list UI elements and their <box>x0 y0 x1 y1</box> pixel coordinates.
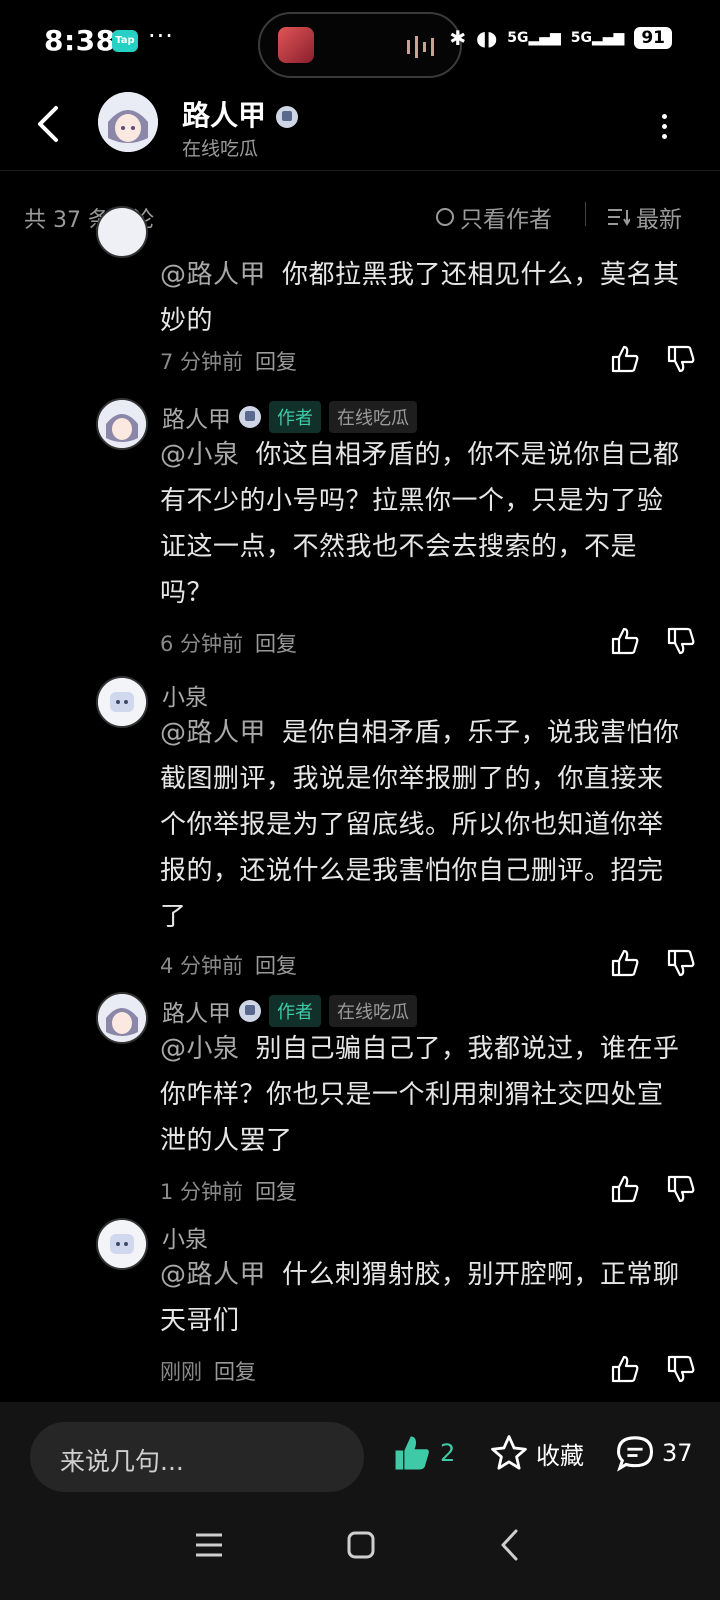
more-notifications-icon: ··· <box>148 22 174 50</box>
more-options-icon[interactable] <box>662 114 668 144</box>
status-time: 8:38 <box>44 24 116 57</box>
author-badge: 作者 <box>269 995 321 1027</box>
comment-meta: 4 分钟前 回复 <box>160 954 298 978</box>
music-cover-icon <box>278 27 314 63</box>
star-icon <box>491 1435 527 1470</box>
favorite-label: 收藏 <box>536 1441 584 1470</box>
audio-wave-icon <box>407 36 434 58</box>
commenter-name[interactable]: 小泉 <box>162 678 208 712</box>
signal-5g-icon: 5G▂▄▆ <box>507 30 561 46</box>
author-badge: 作者 <box>269 401 321 433</box>
comment-item[interactable]: @路人甲 你都拉黑我了还相见什么，莫名其妙的 7 分钟前 回复 <box>96 206 696 390</box>
signal-5g-icon-2: 5G▂▄▆ <box>570 30 625 46</box>
comment-item[interactable]: 小泉 @路人甲 什么刺猬射胶，别开腔啊，正常聊天哥们 刚刚 回复 <box>96 1218 696 1398</box>
thumbs-down-icon[interactable] <box>666 344 696 374</box>
commenter-avatar[interactable] <box>96 676 148 728</box>
battery-icon: 91 <box>634 27 672 49</box>
thumbs-up-icon[interactable] <box>610 948 640 978</box>
commenter-avatar[interactable] <box>96 398 148 450</box>
back-nav-icon[interactable] <box>498 1528 522 1562</box>
verified-icon <box>239 1000 261 1022</box>
comment-item[interactable]: 小泉 @路人甲 是你自相矛盾，乐子，说我害怕你截图删评，我说是你举报删了的，你直接… <box>96 676 696 986</box>
system-icons: ✱ ◖◗ 5G▂▄▆ 5G▂▄▆ 91 <box>449 26 672 50</box>
comment-actions <box>610 344 696 374</box>
comment-text: @小泉 别自己骗自己了，我都说过，谁在乎你咋样？你也只是一个利用刺猬社交四处宣泄的… <box>160 1034 680 1156</box>
commenter-avatar[interactable] <box>96 206 148 258</box>
comment-text: @路人甲 什么刺猬射胶，别开腔啊，正常聊天哥们 <box>160 1260 680 1336</box>
verified-icon <box>275 106 298 128</box>
reply-button[interactable]: 回复 <box>255 954 297 978</box>
comment-count-label: 37 <box>662 1439 693 1467</box>
comment-actions <box>610 1174 696 1204</box>
commenter-name[interactable]: 小泉 <box>162 1220 208 1254</box>
favorite-button[interactable]: 收藏 <box>490 1434 584 1472</box>
like-button[interactable]: 2 <box>392 1434 455 1472</box>
comment-actions <box>610 626 696 656</box>
radio-icon <box>436 208 454 226</box>
thumbs-down-icon[interactable] <box>666 1174 696 1204</box>
comment-input[interactable]: 来说几句... <box>30 1422 364 1492</box>
author-only-toggle[interactable]: 只看作者 <box>436 200 552 234</box>
comment-actions <box>610 1354 696 1384</box>
thumbs-down-icon[interactable] <box>666 626 696 656</box>
thumbs-up-icon[interactable] <box>610 626 640 656</box>
comment-bubble-icon <box>617 1436 653 1472</box>
thumbs-up-icon[interactable] <box>610 1174 640 1204</box>
verified-icon <box>239 406 261 428</box>
comment-text: @小泉 你这自相矛盾的，你不是说你自己都有不少的小号吗？拉黑你一个，只是为了验证这… <box>160 440 680 608</box>
comment-actions <box>610 948 696 978</box>
author-avatar[interactable] <box>98 92 158 152</box>
comment-item[interactable]: 路人甲 作者 在线吃瓜 @小泉 你这自相矛盾的，你不是说你自己都有不少的小号吗？拉… <box>96 398 696 668</box>
thumbs-down-icon[interactable] <box>666 948 696 978</box>
back-arrow-icon[interactable] <box>36 104 60 144</box>
comment-meta: 1 分钟前 回复 <box>160 1180 298 1204</box>
comment-meta: 刚刚 回复 <box>160 1360 256 1384</box>
like-count: 2 <box>440 1439 456 1467</box>
earbuds-icon: ◖◗ <box>476 26 498 50</box>
commenter-avatar[interactable] <box>96 992 148 1044</box>
home-nav-icon[interactable] <box>346 1530 376 1560</box>
reply-button[interactable]: 回复 <box>214 1360 256 1384</box>
thumbs-down-icon[interactable] <box>666 1354 696 1384</box>
comment-item[interactable]: 路人甲 作者 在线吃瓜 @小泉 别自己骗自己了，我都说过，谁在乎你咋样？你也只是一… <box>96 992 696 1212</box>
author-name[interactable]: 路人甲 <box>182 94 298 134</box>
comment-input-placeholder: 来说几句... <box>60 1447 184 1476</box>
user-tag: 在线吃瓜 <box>329 401 417 433</box>
system-nav-bar <box>0 1500 720 1600</box>
reply-button[interactable]: 回复 <box>255 350 297 374</box>
menu-nav-icon[interactable] <box>194 1532 224 1558</box>
commenter-name[interactable]: 路人甲 作者 在线吃瓜 <box>162 400 417 434</box>
thumbs-up-icon[interactable] <box>610 1354 640 1384</box>
commenter-avatar[interactable] <box>96 1218 148 1270</box>
comment-meta: 6 分钟前 回复 <box>160 632 298 656</box>
divider <box>585 202 586 226</box>
sort-toggle[interactable]: 最新 <box>608 200 682 234</box>
bluetooth-icon: ✱ <box>449 26 467 50</box>
post-header: 路人甲 在线吃瓜 <box>0 84 720 171</box>
commenter-name[interactable]: 路人甲 作者 在线吃瓜 <box>162 994 417 1028</box>
comment-meta: 7 分钟前 回复 <box>160 350 298 374</box>
author-subtitle: 在线吃瓜 <box>182 138 259 160</box>
status-bar: 8:38 Tap ··· ✱ ◖◗ 5G▂▄▆ 5G▂▄▆ 91 <box>0 0 720 84</box>
comment-text: @路人甲 是你自相矛盾，乐子，说我害怕你截图删评，我说是你举报删了的，你直接来个你… <box>160 718 680 932</box>
reply-button[interactable]: 回复 <box>255 632 297 656</box>
sort-icon <box>608 209 630 226</box>
dynamic-island[interactable] <box>258 12 462 78</box>
reply-button[interactable]: 回复 <box>255 1180 297 1204</box>
tap-app-icon: Tap <box>112 30 138 52</box>
comment-text: @路人甲 你都拉黑我了还相见什么，莫名其妙的 <box>160 260 680 336</box>
comments-button[interactable]: 37 <box>616 1434 693 1472</box>
user-tag: 在线吃瓜 <box>329 995 417 1027</box>
thumbs-up-icon[interactable] <box>610 344 640 374</box>
thumbs-up-filled-icon <box>395 1436 429 1470</box>
